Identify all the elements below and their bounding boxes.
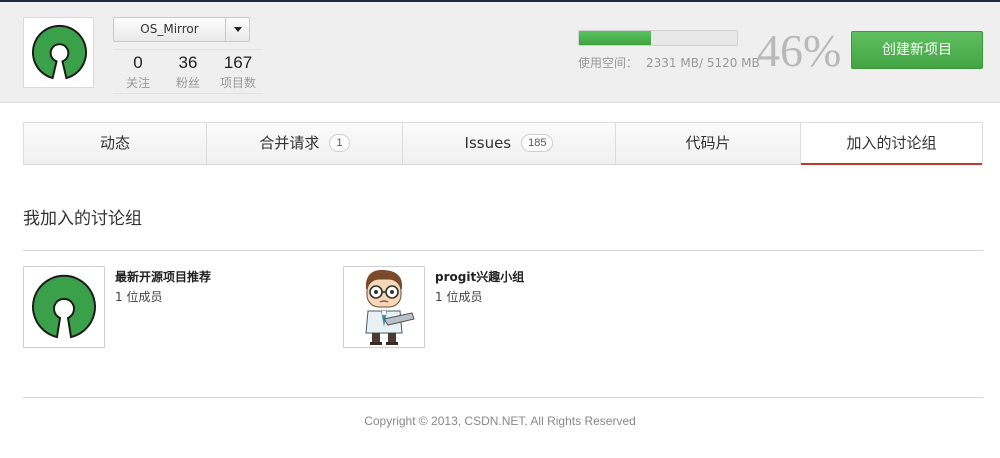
storage-percent: 46% — [757, 25, 842, 76]
tab-label: 动态 — [99, 134, 130, 152]
stat-following[interactable]: 0 关注 — [113, 50, 163, 91]
group-card[interactable]: 最新开源项目推荐 1 位成员 — [23, 266, 323, 348]
user-stats: 0 关注 36 粉丝 167 项目数 — [113, 49, 263, 94]
profile-tabs: 动态 合并请求 1 Issues 185 代码片 加入的讨论组 — [23, 122, 983, 165]
profile-header: OS_Mirror 0 关注 36 粉丝 167 项目数 使用空间： 2331 M… — [0, 2, 1000, 103]
tab-issues[interactable]: Issues 185 — [403, 123, 616, 164]
stat-value: 167 — [223, 53, 253, 72]
stat-label: 关注 — [125, 76, 150, 90]
group-member-count: 1 位成员 — [115, 290, 163, 304]
tab-merge-requests[interactable]: 合并请求 1 — [207, 123, 403, 164]
user-menu-button[interactable]: OS_Mirror — [113, 17, 250, 42]
tab-snippets[interactable]: 代码片 — [616, 123, 801, 164]
stat-projects[interactable]: 167 项目数 — [213, 50, 263, 91]
footer-copyright: Copyright © 2013, CSDN.NET, All Rights R… — [364, 414, 636, 428]
group-avatar[interactable] — [343, 266, 425, 348]
storage-used: 2331 MB/ 5120 MB — [646, 56, 760, 70]
section-title: 我加入的讨论组 — [23, 209, 142, 229]
stat-label: 粉丝 — [175, 76, 200, 90]
group-card[interactable]: progit兴趣小组 1 位成员 — [343, 266, 643, 348]
stat-value: 36 — [178, 53, 198, 72]
count-badge: 185 — [521, 134, 554, 152]
group-member-count: 1 位成员 — [435, 290, 483, 304]
nerd-character-icon — [365, 269, 415, 345]
storage-label: 使用空间： — [578, 56, 639, 70]
tab-label: Issues — [464, 134, 512, 152]
tab-joined-groups[interactable]: 加入的讨论组 — [801, 123, 982, 165]
storage-usage-text: 使用空间： 2331 MB/ 5120 MB — [578, 54, 760, 71]
group-name[interactable]: 最新开源项目推荐 — [115, 268, 211, 285]
stat-followers[interactable]: 36 粉丝 — [163, 50, 213, 91]
open-source-logo-icon — [32, 274, 96, 339]
tab-label: 合并请求 — [259, 134, 320, 152]
tab-label: 代码片 — [685, 134, 731, 152]
open-source-logo-icon — [31, 24, 88, 80]
storage-progress-bar — [578, 30, 738, 46]
storage-progress-fill — [579, 31, 651, 45]
section-divider — [23, 250, 983, 251]
chevron-down-icon[interactable] — [225, 18, 249, 41]
tab-label: 加入的讨论组 — [846, 134, 937, 152]
footer-divider — [23, 397, 983, 398]
tab-activity[interactable]: 动态 — [24, 123, 207, 164]
username-label: OS_Mirror — [140, 22, 199, 36]
create-project-button[interactable]: 创建新项目 — [851, 31, 983, 69]
group-avatar[interactable] — [23, 266, 105, 348]
stat-label: 项目数 — [219, 76, 256, 90]
user-avatar[interactable] — [23, 17, 94, 88]
group-name[interactable]: progit兴趣小组 — [435, 268, 524, 285]
stat-value: 0 — [133, 53, 143, 72]
count-badge: 1 — [329, 134, 350, 152]
